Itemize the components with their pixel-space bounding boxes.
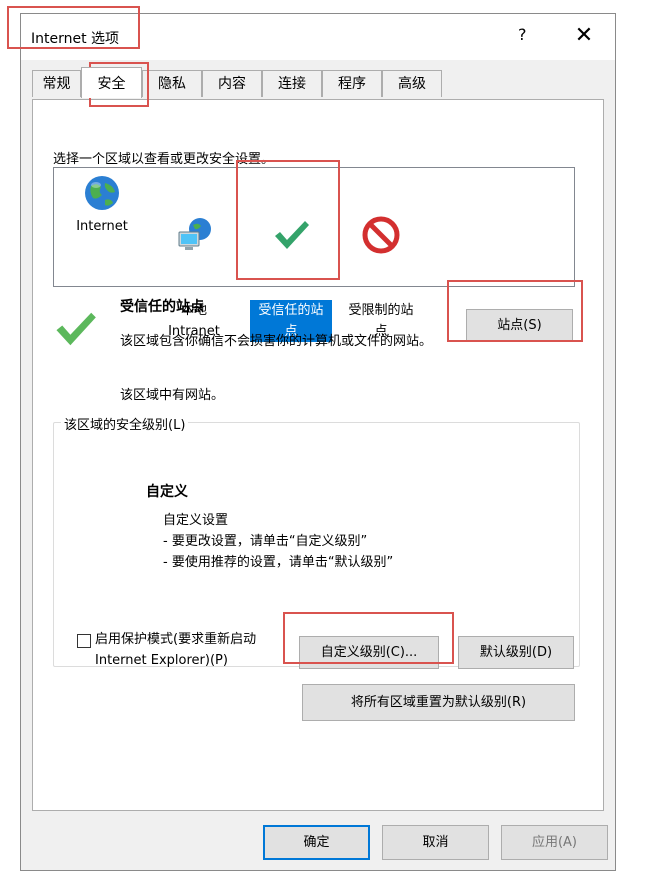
title-bar: Internet 选项 ? ✕: [21, 14, 615, 60]
zones-list: Internet 本地 Intranet 受信任的站 点 受限制的站 点: [53, 167, 575, 342]
security-level-description: 自定义设置 - 要更改设置，请单击“自定义级别” - 要使用推荐的设置，请单击“…: [163, 513, 394, 570]
trusted-checkmark-icon: [56, 312, 96, 346]
tab-advanced[interactable]: 高级: [382, 70, 442, 97]
default-level-button[interactable]: 默认级别(D): [458, 636, 574, 669]
tab-privacy[interactable]: 隐私: [142, 70, 202, 97]
security-level-legend: 该区域的安全级别(L): [61, 414, 189, 433]
tab-security[interactable]: 安全: [81, 67, 142, 98]
sites-button[interactable]: 站点(S): [466, 309, 573, 342]
apply-button[interactable]: 应用(A): [501, 825, 608, 860]
help-button[interactable]: ?: [518, 25, 527, 44]
tab-programs[interactable]: 程序: [322, 70, 382, 97]
globe-icon: [85, 176, 119, 210]
protected-mode-checkbox[interactable]: [77, 634, 91, 648]
network-computer-icon: [178, 218, 211, 250]
checkmark-icon: [275, 221, 309, 249]
ok-button[interactable]: 确定: [263, 825, 370, 860]
tab-general[interactable]: 常规: [32, 70, 81, 97]
zones-prompt: 选择一个区域以查看或更改安全设置。: [53, 152, 275, 167]
tab-content[interactable]: 内容: [202, 70, 262, 97]
custom-level-button[interactable]: 自定义级别(C)...: [299, 636, 439, 669]
protected-mode-label[interactable]: 启用保护模式(要求重新启动 Internet Explorer)(P): [95, 629, 295, 671]
security-tab-panel: 选择一个区域以查看或更改安全设置。 Internet 本地 Intranet 受…: [32, 99, 604, 811]
zone-info-description: 该区域包含你确信不会损害你的计算机或文件的网站。: [120, 334, 433, 349]
zone-internet[interactable]: Internet: [69, 168, 135, 237]
tab-connections[interactable]: 连接: [262, 70, 322, 97]
internet-options-dialog: Internet 选项 ? ✕ 常规 安全 隐私 内容 连接 程序 高级 选择一…: [20, 13, 616, 871]
zone-info-title: 受信任的站点: [120, 299, 204, 315]
restricted-icon: [362, 216, 400, 254]
reset-all-zones-button[interactable]: 将所有区域重置为默认级别(R): [302, 684, 575, 721]
window-title: Internet 选项: [31, 31, 120, 47]
zone-label: Internet: [76, 219, 128, 234]
security-level-name: 自定义: [146, 484, 188, 500]
close-button[interactable]: ✕: [569, 22, 599, 50]
cancel-button[interactable]: 取消: [382, 825, 489, 860]
zone-sites-status: 该区域中有网站。: [120, 388, 225, 403]
